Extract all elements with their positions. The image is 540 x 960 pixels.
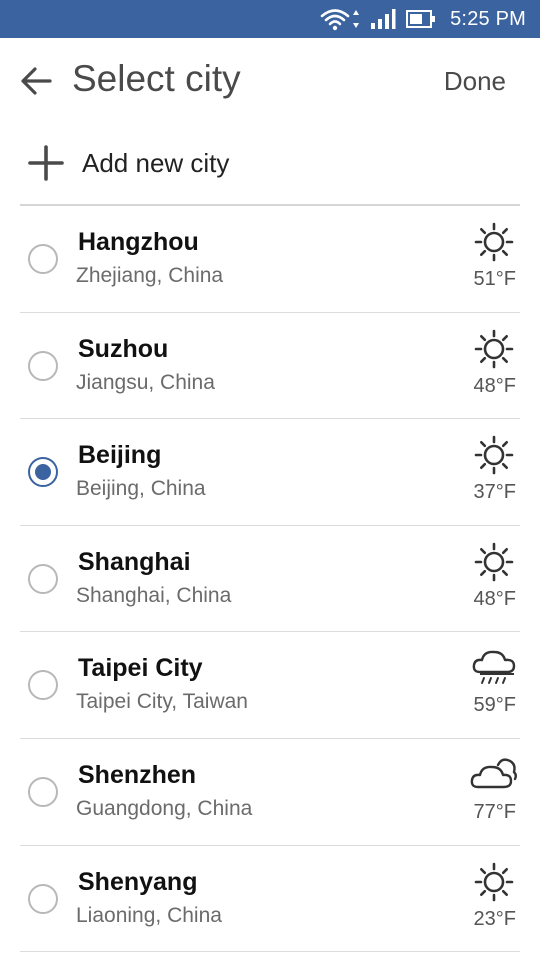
city-radio-button[interactable] (28, 244, 58, 274)
cloud-icon (470, 753, 518, 797)
city-radio-button[interactable] (28, 457, 58, 488)
city-temperature: 23°F (473, 907, 516, 930)
city-name: Shenzhen (78, 760, 197, 789)
city-row[interactable]: Hangzhou Zhejiang, China 51°F (0, 206, 540, 313)
city-name: Suzhou (78, 334, 169, 363)
city-name: Shenyang (78, 867, 198, 896)
divider (20, 951, 520, 953)
status-time: 5:25 PM (450, 7, 526, 30)
city-row[interactable]: Shanghai Shanghai, China 48°F (0, 526, 540, 633)
page-title: Select city (72, 58, 241, 99)
city-temperature: 51°F (473, 268, 516, 290)
app-bar: Select city Done (0, 38, 540, 124)
rain-cloud-icon (470, 646, 518, 690)
city-region: Beijing, China (76, 477, 206, 501)
city-region: Taipei City, Taiwan (76, 690, 248, 714)
sun-icon (470, 540, 518, 584)
sun-icon (470, 220, 518, 264)
sun-icon (470, 433, 518, 477)
sun-icon (470, 860, 518, 904)
add-new-city-button[interactable]: Add new city (0, 124, 540, 204)
city-temperature: 77°F (473, 800, 516, 823)
city-row[interactable]: Beijing Beijing, China 37°F (0, 419, 540, 526)
arrow-left-icon (21, 67, 52, 95)
city-region: Liaoning, China (76, 903, 222, 927)
city-temperature: 37°F (473, 481, 516, 504)
city-radio-button[interactable] (28, 563, 58, 594)
city-row[interactable]: Suzhou Jiangsu, China 48°F (0, 313, 540, 420)
city-name: Hangzhou (78, 228, 199, 256)
city-radio-button[interactable] (28, 670, 58, 701)
city-region: Shanghai, China (76, 583, 232, 607)
city-radio-button[interactable] (28, 883, 58, 914)
city-region: Zhejiang, China (76, 264, 224, 287)
add-new-city-label: Add new city (82, 148, 230, 178)
city-list: Hangzhou Zhejiang, China 51°F Suzhou Jiangsu… (0, 206, 540, 953)
city-radio-button[interactable] (28, 350, 58, 381)
back-button[interactable] (18, 64, 54, 98)
city-row[interactable]: Taipei City Taipei City, Taiwan 59°F (0, 632, 540, 739)
city-region: Jiangsu, China (76, 370, 215, 394)
city-temperature: 48°F (473, 374, 516, 397)
city-name: Beijing (78, 441, 162, 470)
city-name: Shanghai (78, 547, 191, 576)
city-radio-button[interactable] (28, 776, 58, 807)
city-row[interactable]: Shenyang Liaoning, China 23°F (0, 846, 540, 953)
plus-icon (28, 145, 64, 181)
city-temperature: 59°F (473, 694, 516, 717)
status-bar: 5:25 PM (0, 0, 540, 38)
city-row[interactable]: Shenzhen Guangdong, China 77°F (0, 739, 540, 846)
battery-icon (406, 9, 436, 29)
city-name: Taipei City (78, 654, 203, 683)
done-button[interactable]: Done (444, 66, 506, 97)
sun-icon (470, 327, 518, 371)
wifi-icon (320, 7, 360, 31)
signal-icon (370, 8, 396, 30)
city-region: Guangdong, China (76, 796, 253, 820)
city-temperature: 48°F (473, 587, 516, 610)
